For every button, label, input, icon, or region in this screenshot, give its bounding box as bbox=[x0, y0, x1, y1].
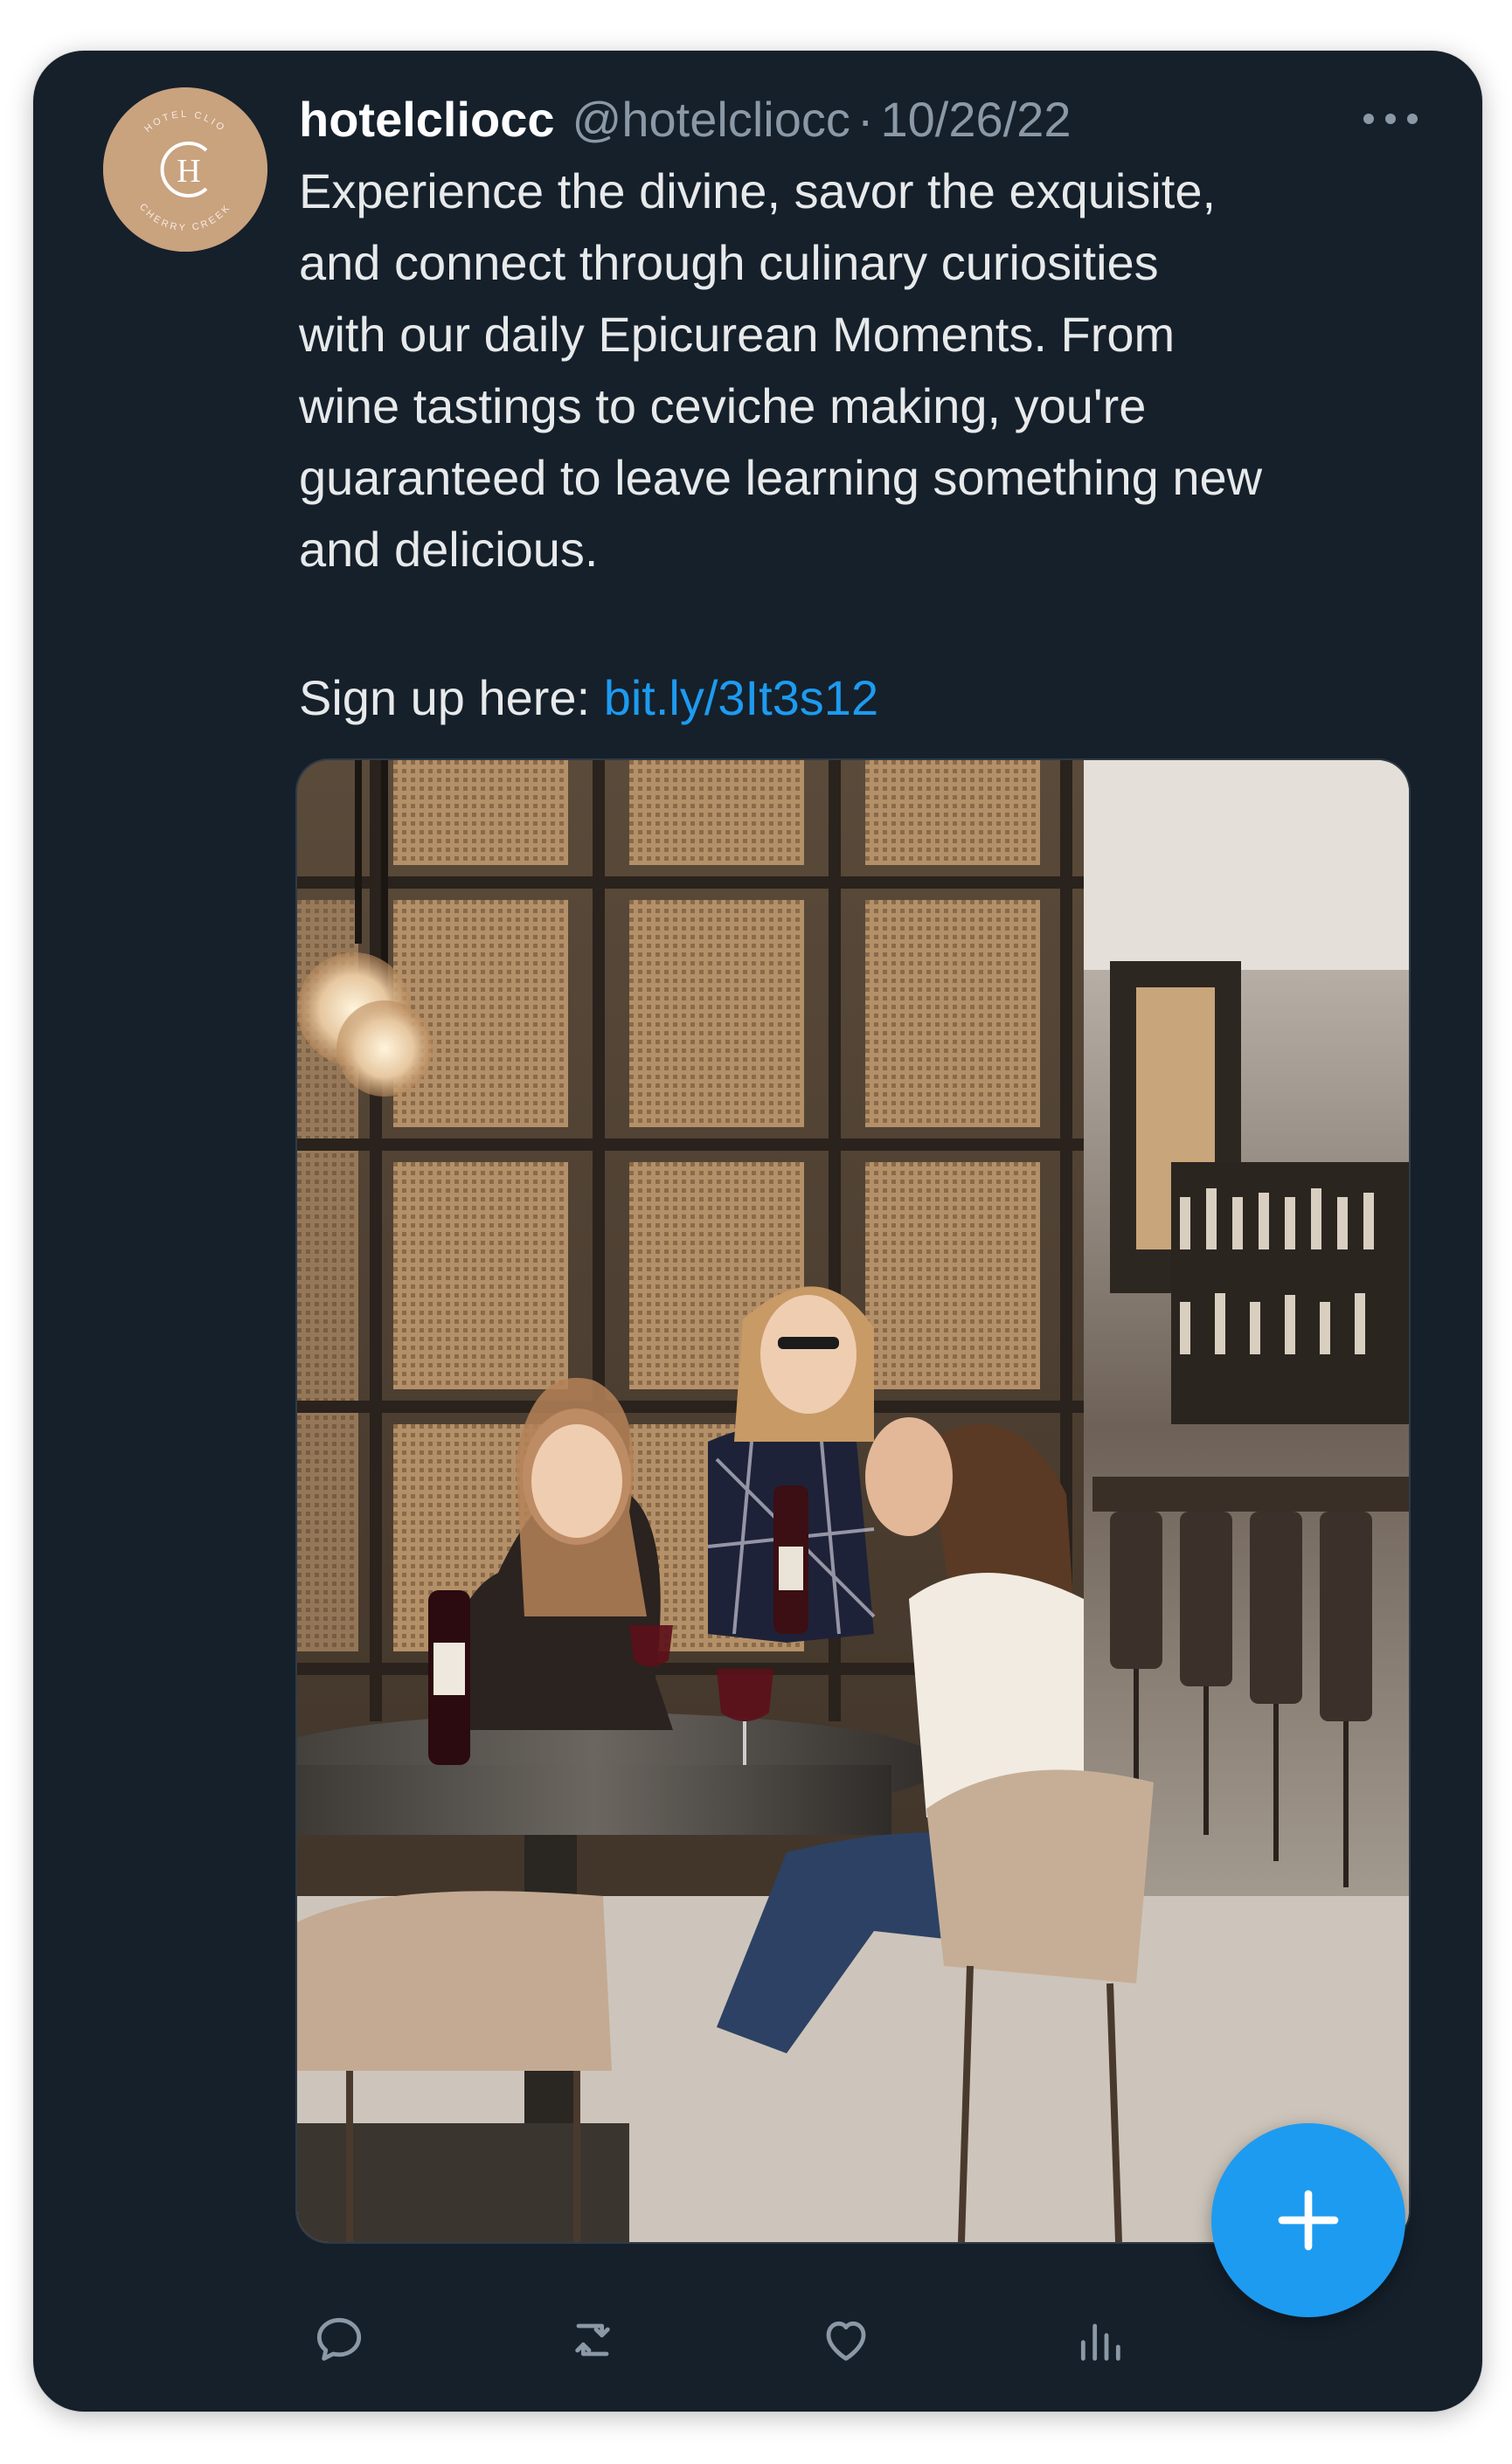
signup-prefix: Sign up here: bbox=[299, 670, 604, 725]
photo-image bbox=[297, 760, 1409, 2242]
tweet-text: Experience the divine, savor the exquisi… bbox=[299, 163, 1263, 577]
reply-button[interactable] bbox=[295, 2296, 383, 2384]
like-button[interactable] bbox=[802, 2296, 890, 2384]
analytics-button[interactable] bbox=[1056, 2296, 1143, 2384]
plus-icon bbox=[1278, 2190, 1339, 2251]
tweet-card[interactable]: HOTEL CLIO CHERRY CREEK H hotelcliocc @h… bbox=[33, 51, 1482, 2412]
like-icon bbox=[826, 2321, 866, 2361]
tweet-photo[interactable] bbox=[297, 760, 1409, 2242]
compose-tweet-button[interactable] bbox=[1211, 2123, 1405, 2317]
user-handle[interactable]: @hotelcliocc bbox=[572, 91, 850, 148]
avatar[interactable]: HOTEL CLIO CHERRY CREEK H bbox=[103, 87, 267, 252]
tweet-header: hotelcliocc @hotelcliocc · 10/26/22 bbox=[299, 84, 1430, 154]
display-name[interactable]: hotelcliocc bbox=[299, 91, 555, 148]
retweet-button[interactable] bbox=[549, 2296, 636, 2384]
retweet-icon bbox=[575, 2323, 610, 2357]
avatar-letter: H bbox=[177, 153, 200, 190]
action-bar bbox=[295, 2296, 1169, 2384]
reply-icon bbox=[316, 2317, 362, 2361]
hotel-clio-logo: HOTEL CLIO CHERRY CREEK H bbox=[103, 87, 267, 252]
analytics-icon bbox=[1080, 2323, 1120, 2361]
more-dots-icon bbox=[1363, 114, 1418, 124]
tweet-date[interactable]: 10/26/22 bbox=[881, 91, 1072, 148]
signup-link[interactable]: bit.ly/3It3s12 bbox=[604, 670, 878, 725]
signup-line: Sign up here: bit.ly/3It3s12 bbox=[299, 662, 878, 734]
more-options-button[interactable] bbox=[1351, 93, 1430, 145]
page: HOTEL CLIO CHERRY CREEK H hotelcliocc @h… bbox=[0, 0, 1512, 2464]
separator: · bbox=[857, 91, 874, 147]
